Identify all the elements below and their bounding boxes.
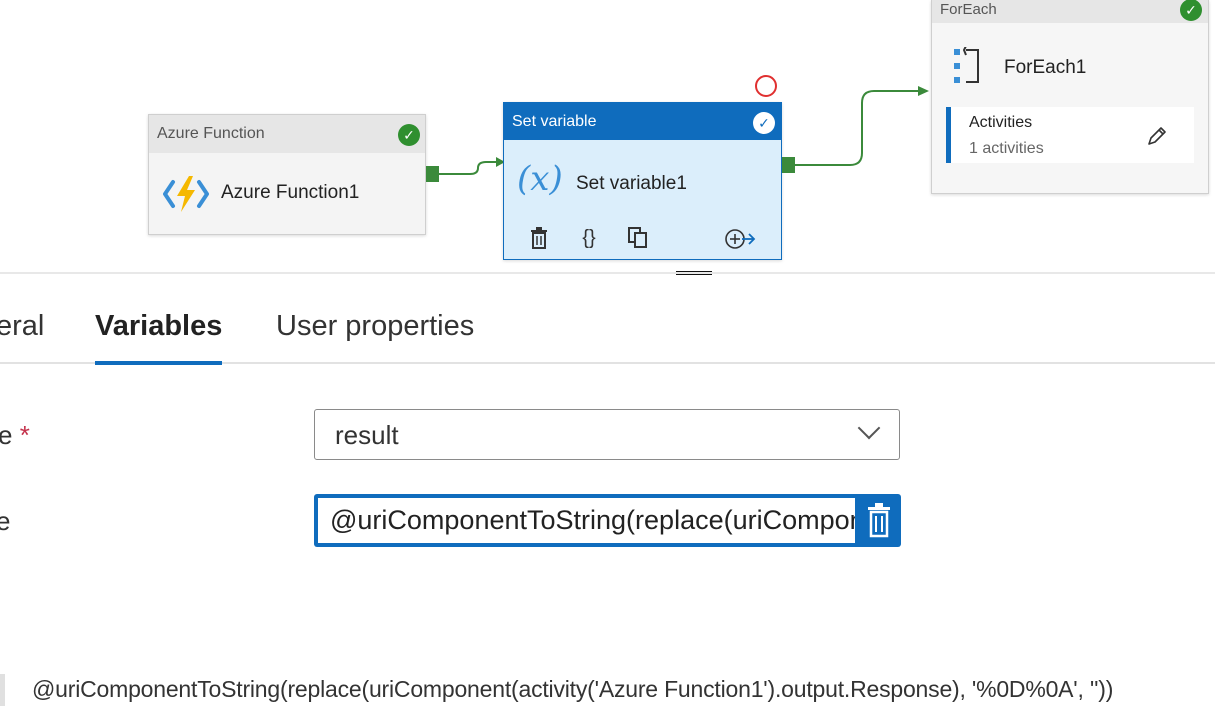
activities-label: Activities	[969, 114, 1033, 131]
activities-container[interactable]: Activities 1 activities	[946, 107, 1194, 163]
foreach-icon	[954, 47, 979, 83]
success-check-icon: ✓	[398, 124, 420, 146]
copy-icon[interactable]	[628, 227, 648, 249]
expression-preview: @uriComponentToString(replace(uriCompone…	[32, 676, 1114, 702]
success-check-icon: ✓	[1180, 0, 1202, 21]
delete-icon[interactable]	[530, 227, 548, 249]
activity-type-label: Set variable	[504, 103, 781, 140]
code-icon[interactable]: {}	[576, 226, 602, 250]
azure-function-activity[interactable]: Azure Function ✓ Azure Function1	[148, 114, 426, 235]
pencil-icon[interactable]	[1146, 125, 1168, 147]
value-field-label: e	[0, 506, 11, 536]
add-output-icon[interactable]	[724, 228, 756, 250]
tab-variables[interactable]: Variables	[95, 310, 222, 343]
activity-type-label: Azure Function	[149, 115, 425, 153]
output-port[interactable]	[782, 157, 795, 173]
value-input-text: @uriComponentToString(replace(uriCompone…	[330, 505, 855, 535]
tab-user-properties[interactable]: User properties	[276, 310, 474, 343]
active-tab-indicator	[95, 361, 222, 365]
azure-function-icon	[163, 176, 209, 212]
chevron-down-icon	[857, 416, 881, 440]
success-check-icon: ✓	[753, 112, 775, 134]
delete-icon[interactable]	[865, 502, 893, 538]
name-label-text: e	[0, 420, 13, 450]
variable-x-icon: (x)	[517, 159, 563, 199]
activities-count: 1 activities	[969, 140, 1044, 157]
activity-name: Set variable1	[576, 173, 687, 194]
output-port[interactable]	[426, 166, 439, 182]
value-input[interactable]: @uriComponentToString(replace(uriCompone…	[318, 498, 855, 543]
foreach-activity[interactable]: ForEach ✓ ForEach1 Activities 1 activiti…	[931, 0, 1209, 194]
value-field[interactable]: @uriComponentToString(replace(uriCompone…	[314, 494, 901, 547]
variable-name-select[interactable]: result	[314, 409, 900, 460]
required-marker: *	[19, 420, 30, 450]
activity-name: Azure Function1	[221, 182, 360, 203]
set-variable-activity[interactable]: Set variable ✓ (x) Set variable1 {}	[503, 102, 782, 260]
activity-type-label: ForEach	[932, 0, 1208, 23]
expression-preview-bar	[0, 674, 5, 706]
tab-general[interactable]: eral	[0, 310, 44, 343]
name-field-label: e *	[0, 420, 30, 451]
selected-variable: result	[335, 420, 399, 450]
canvas-panel-divider	[0, 272, 1215, 274]
activity-name: ForEach1	[1004, 57, 1087, 78]
